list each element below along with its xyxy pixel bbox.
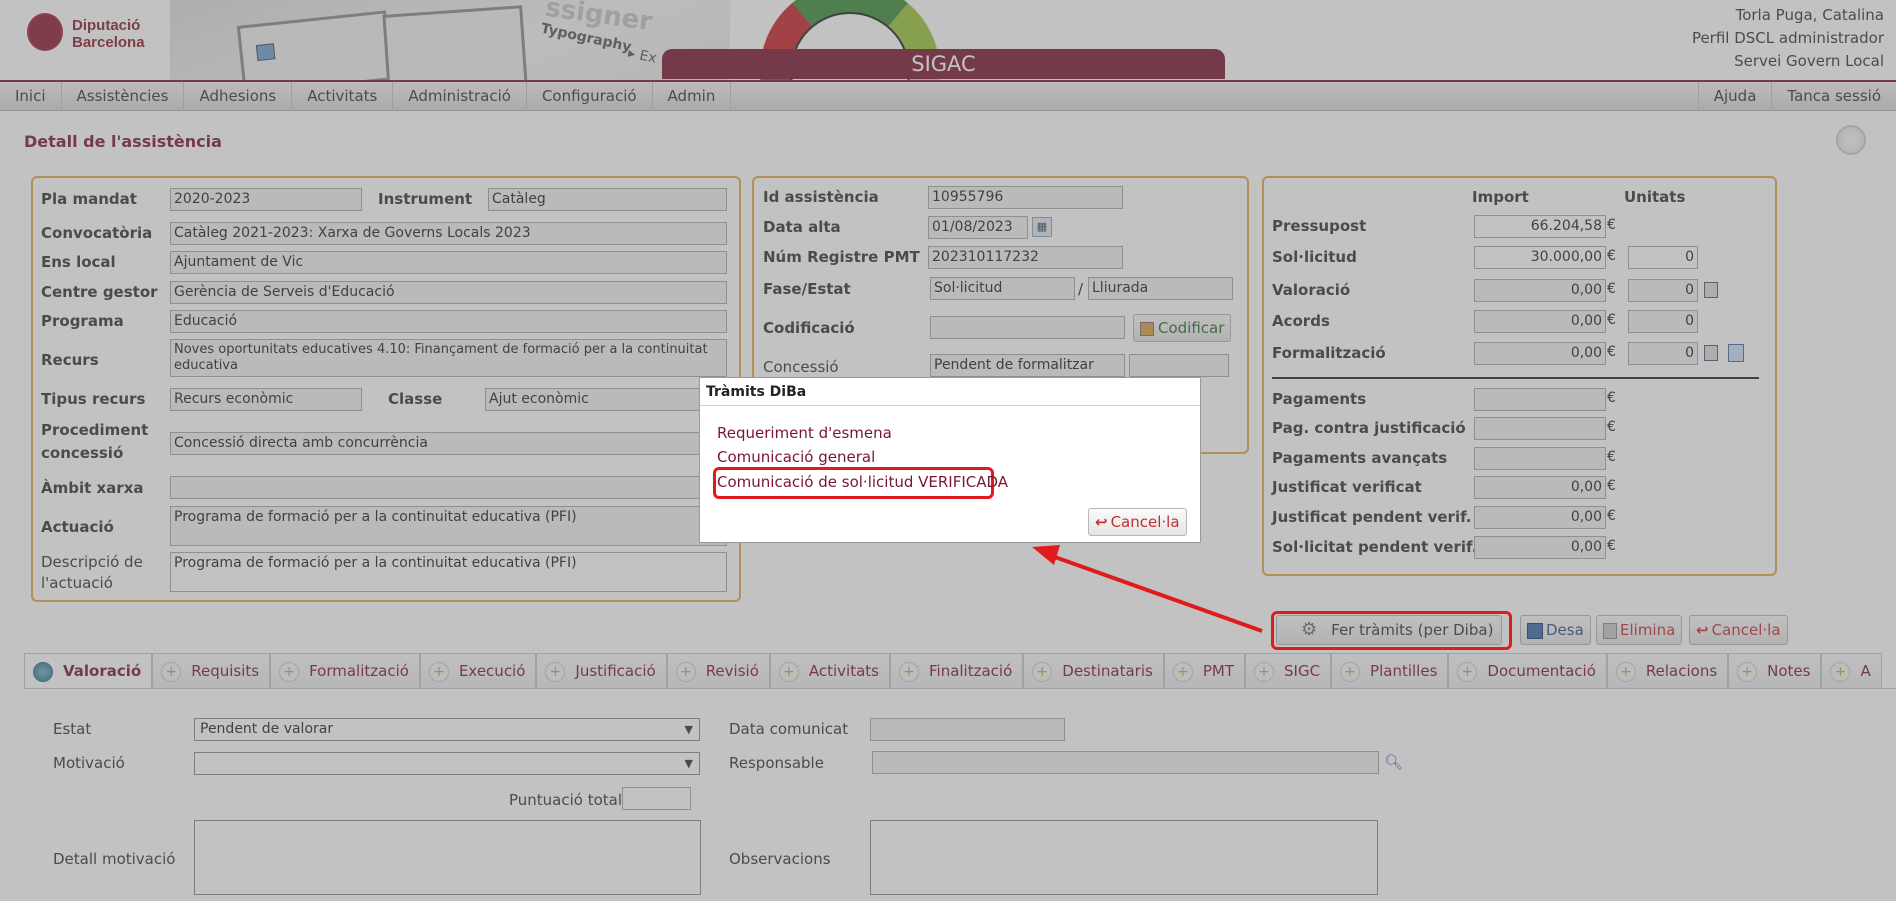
annotation-arrow — [1032, 545, 1263, 633]
arrow-shaft — [1051, 554, 1263, 633]
arrow-head — [1032, 545, 1060, 565]
